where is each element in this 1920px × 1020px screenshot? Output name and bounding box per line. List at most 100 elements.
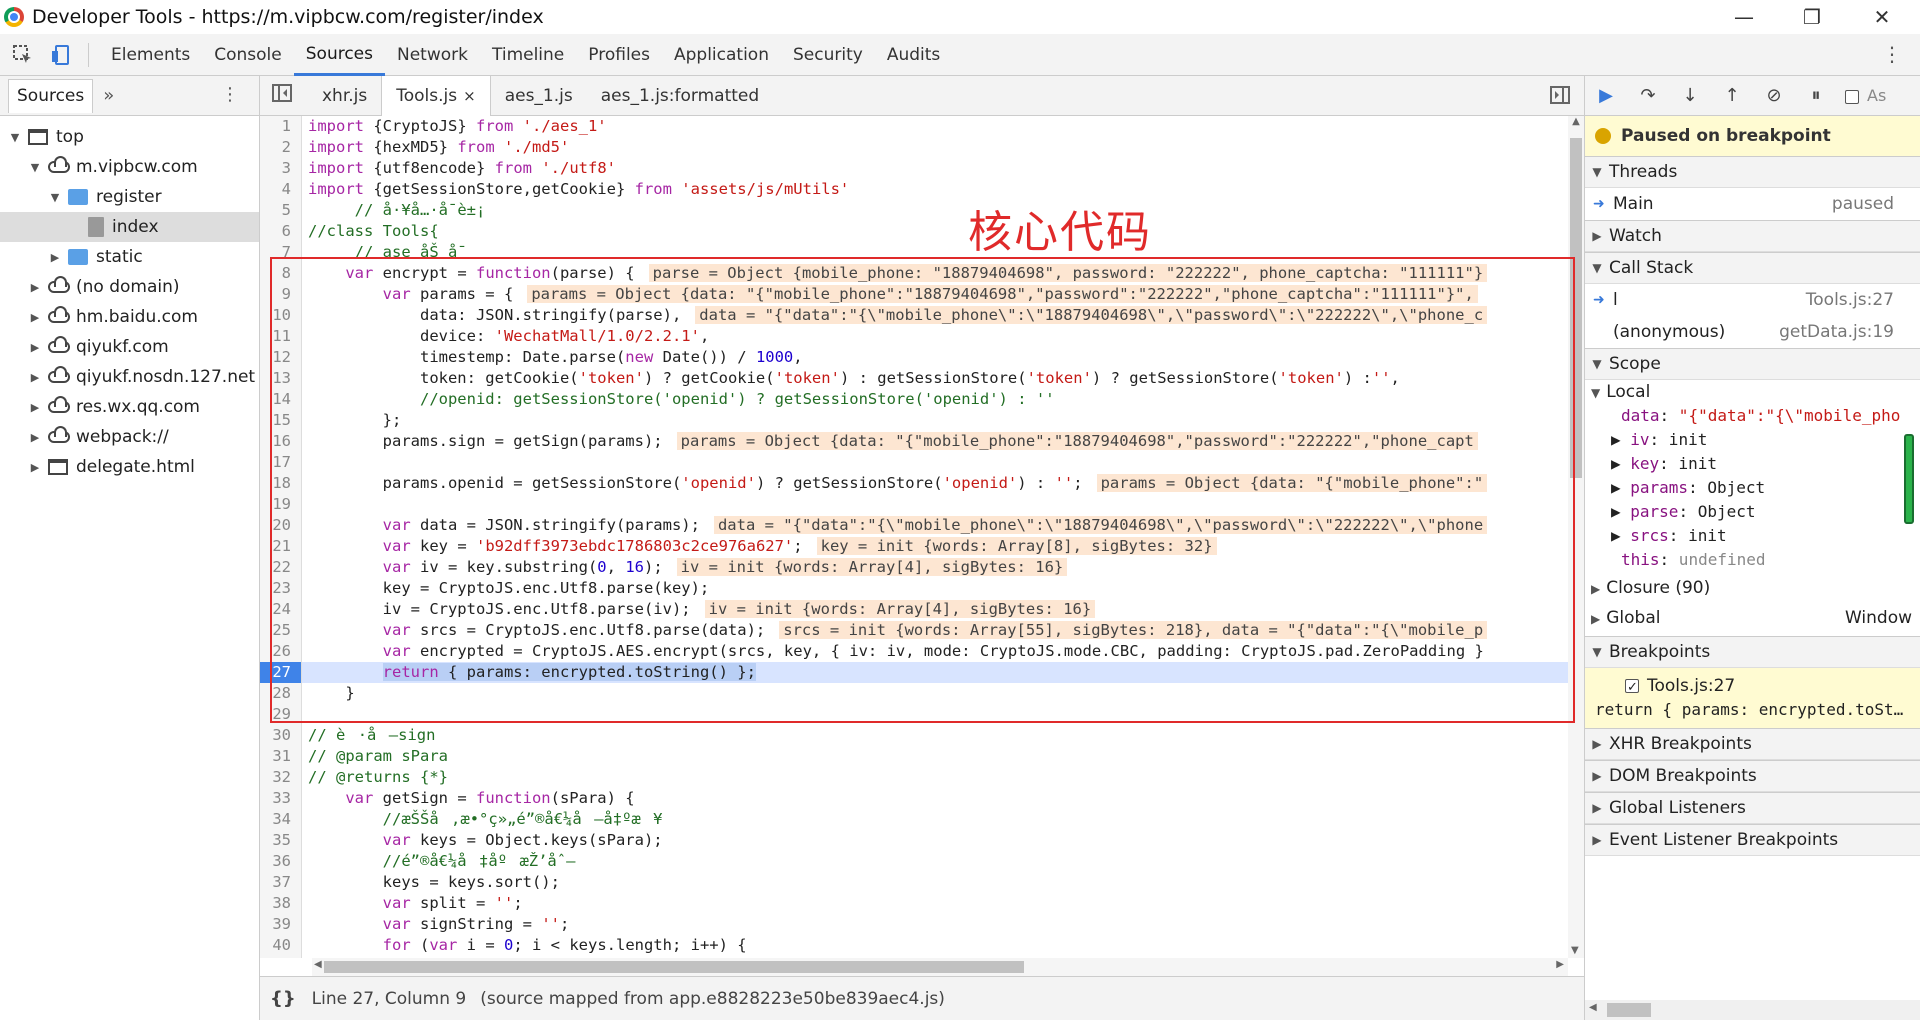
tree-item-index[interactable]: index	[0, 212, 259, 242]
line-number[interactable]: 36	[260, 851, 302, 872]
section-watch[interactable]: ▶ Watch	[1585, 220, 1920, 252]
collapsed-arrow-icon[interactable]: ▶	[1611, 454, 1630, 473]
code-line[interactable]: 39 var signString = '';	[260, 914, 1568, 935]
collapsed-arrow-icon[interactable]: ▶	[1611, 478, 1630, 497]
expanded-arrow-icon[interactable]: ▼	[8, 131, 22, 144]
section-scope[interactable]: ▼ Scope	[1585, 348, 1920, 380]
line-number[interactable]: 32	[260, 767, 302, 788]
line-number[interactable]: 4	[260, 179, 302, 200]
line-number[interactable]: 5	[260, 200, 302, 221]
code-line[interactable]: 5 // å·¥å…·å¯è±¡	[260, 200, 1568, 221]
collapsed-arrow-icon[interactable]: ▶	[1611, 430, 1630, 449]
thread-main[interactable]: ➜ Main paused	[1585, 188, 1920, 220]
editor-horizontal-scrollbar[interactable]: ◀ ▶	[312, 958, 1568, 976]
devtools-menu-icon[interactable]: ⋮	[1882, 42, 1902, 66]
tree-item-static[interactable]: ▶ static	[0, 242, 259, 272]
tab-application[interactable]: Application	[662, 34, 781, 76]
collapsed-arrow-icon[interactable]: ▶	[28, 281, 42, 294]
collapsed-arrow-icon[interactable]: ▶	[28, 371, 42, 384]
scroll-right-icon[interactable]: ▶	[1556, 959, 1564, 970]
expanded-arrow-icon[interactable]: ▼	[28, 161, 42, 174]
tree-item-qiyukf-com[interactable]: ▶ qiyukf.com	[0, 332, 259, 362]
code-line[interactable]: 40 for (var i = 0; i < keys.length; i++)…	[260, 935, 1568, 956]
section-global-listeners[interactable]: ▶ Global Listeners	[1585, 792, 1920, 824]
file-tab-aes-1-js-formatted[interactable]: aes_1.js:formatted	[587, 76, 773, 116]
close-window-button[interactable]: ✕	[1852, 0, 1912, 34]
tree-item-webpack-[interactable]: ▶ webpack://	[0, 422, 259, 452]
tree-item-res-wx-qq-com[interactable]: ▶ res.wx.qq.com	[0, 392, 259, 422]
collapsed-arrow-icon[interactable]: ▶	[28, 341, 42, 354]
file-tab-tools-js[interactable]: Tools.js ×	[381, 75, 491, 116]
toggle-navigator-icon[interactable]	[272, 84, 300, 107]
file-tab-xhr-js[interactable]: xhr.js	[308, 76, 381, 116]
close-tab-icon[interactable]: ×	[463, 87, 476, 105]
section-call-stack[interactable]: ▼ Call Stack	[1585, 252, 1920, 284]
step-over-icon[interactable]: ↷	[1627, 85, 1669, 106]
pause-on-exceptions-icon[interactable]: ⏸	[1795, 85, 1837, 106]
code-line[interactable]: 38 var split = '';	[260, 893, 1568, 914]
scope-variable[interactable]: ▶ params: Object	[1585, 476, 1920, 500]
collapsed-arrow-icon[interactable]: ▶	[1611, 502, 1630, 521]
sidebar-hscroll-thumb[interactable]	[1607, 1003, 1651, 1017]
code-line[interactable]: 31 // @param sPara	[260, 746, 1568, 767]
tab-elements[interactable]: Elements	[99, 34, 202, 76]
line-number[interactable]: 3	[260, 158, 302, 179]
pretty-print-button[interactable]: {}	[270, 988, 296, 1009]
scroll-left-icon[interactable]: ◀	[314, 959, 322, 970]
sidebar-horizontal-scrollbar[interactable]: ◀	[1585, 1000, 1920, 1020]
code-line[interactable]: 32 // @returns {*}	[260, 767, 1568, 788]
breakpoint-checkbox[interactable]	[1625, 676, 1639, 700]
expanded-arrow-icon[interactable]: ▼	[48, 191, 62, 204]
code-line[interactable]: 1 import {CryptoJS} from './aes_1'	[260, 116, 1568, 137]
device-toolbar-icon[interactable]	[46, 40, 76, 70]
code-line[interactable]: 36 //é”®å€¼å‡åºæŽ’åˆ—	[260, 851, 1568, 872]
scroll-down-icon[interactable]: ▼	[1571, 945, 1579, 956]
tab-audits[interactable]: Audits	[875, 34, 952, 76]
navigator-menu-icon[interactable]: ⋮	[221, 84, 239, 105]
section-breakpoints[interactable]: ▼ Breakpoints	[1585, 636, 1920, 668]
scope-variable[interactable]: this: undefined	[1585, 548, 1920, 572]
tree-item-qiyukf-nosdn-127-net[interactable]: ▶ qiyukf.nosdn.127.net	[0, 362, 259, 392]
line-number[interactable]: 31	[260, 746, 302, 767]
code-line[interactable]: 3 import {utf8encode} from './utf8'	[260, 158, 1568, 179]
line-number[interactable]: 1	[260, 116, 302, 137]
tree-item-register[interactable]: ▼ register	[0, 182, 259, 212]
minimize-button[interactable]: —	[1714, 0, 1774, 34]
line-number[interactable]: 34	[260, 809, 302, 830]
code-line[interactable]: 6 //class Tools{	[260, 221, 1568, 242]
step-into-icon[interactable]: ↓	[1669, 85, 1711, 106]
collapsed-arrow-icon[interactable]: ▶	[48, 251, 62, 264]
tab-network[interactable]: Network	[385, 34, 480, 76]
tree-item-m-vipbcw-com[interactable]: ▼ m.vipbcw.com	[0, 152, 259, 182]
scope-variable[interactable]: data: "{"data":"{\"mobile_pho	[1585, 404, 1920, 428]
code-line[interactable]: 37 keys = keys.sort();	[260, 872, 1568, 893]
section-xhr-breakpoints[interactable]: ▶ XHR Breakpoints	[1585, 728, 1920, 760]
call-frame[interactable]: ➜ l Tools.js:27	[1585, 284, 1920, 316]
code-line[interactable]: 34 //æŠŠå‚æ•°ç»„é”®å€¼å–å‡ºæ¥	[260, 809, 1568, 830]
line-number[interactable]: 40	[260, 935, 302, 956]
tab-security[interactable]: Security	[781, 34, 875, 76]
tree-item-top[interactable]: ▼ top	[0, 122, 259, 152]
call-frame[interactable]: (anonymous) getData.js:19	[1585, 316, 1920, 348]
scope-closure[interactable]: ▶ Closure (90)	[1585, 576, 1920, 600]
scope-variable[interactable]: ▶ iv: init	[1585, 428, 1920, 452]
line-number[interactable]: 41	[260, 956, 302, 958]
scope-variable[interactable]: ▶ key: init	[1585, 452, 1920, 476]
tab-timeline[interactable]: Timeline	[480, 34, 576, 76]
file-tab-aes-1-js[interactable]: aes_1.js	[491, 76, 587, 116]
scope-global[interactable]: ▶ Global Window	[1585, 606, 1920, 630]
section-threads[interactable]: ▼ Threads	[1585, 156, 1920, 188]
tab-sources[interactable]: Sources	[293, 34, 385, 76]
collapsed-arrow-icon[interactable]: ▶	[28, 401, 42, 414]
async-checkbox[interactable]: As	[1845, 86, 1886, 105]
async-checkbox-box[interactable]	[1845, 89, 1859, 104]
line-number[interactable]: 2	[260, 137, 302, 158]
line-number[interactable]: 37	[260, 872, 302, 893]
step-out-icon[interactable]: ↑	[1711, 85, 1753, 106]
line-number[interactable]: 33	[260, 788, 302, 809]
scroll-left-icon[interactable]: ◀	[1589, 1002, 1597, 1013]
collapsed-arrow-icon[interactable]: ▶	[1611, 526, 1630, 545]
code-line[interactable]: 30 // è·å–sign	[260, 725, 1568, 746]
resume-icon[interactable]: ▶	[1585, 85, 1627, 106]
code-line[interactable]: 35 var keys = Object.keys(sPara);	[260, 830, 1568, 851]
